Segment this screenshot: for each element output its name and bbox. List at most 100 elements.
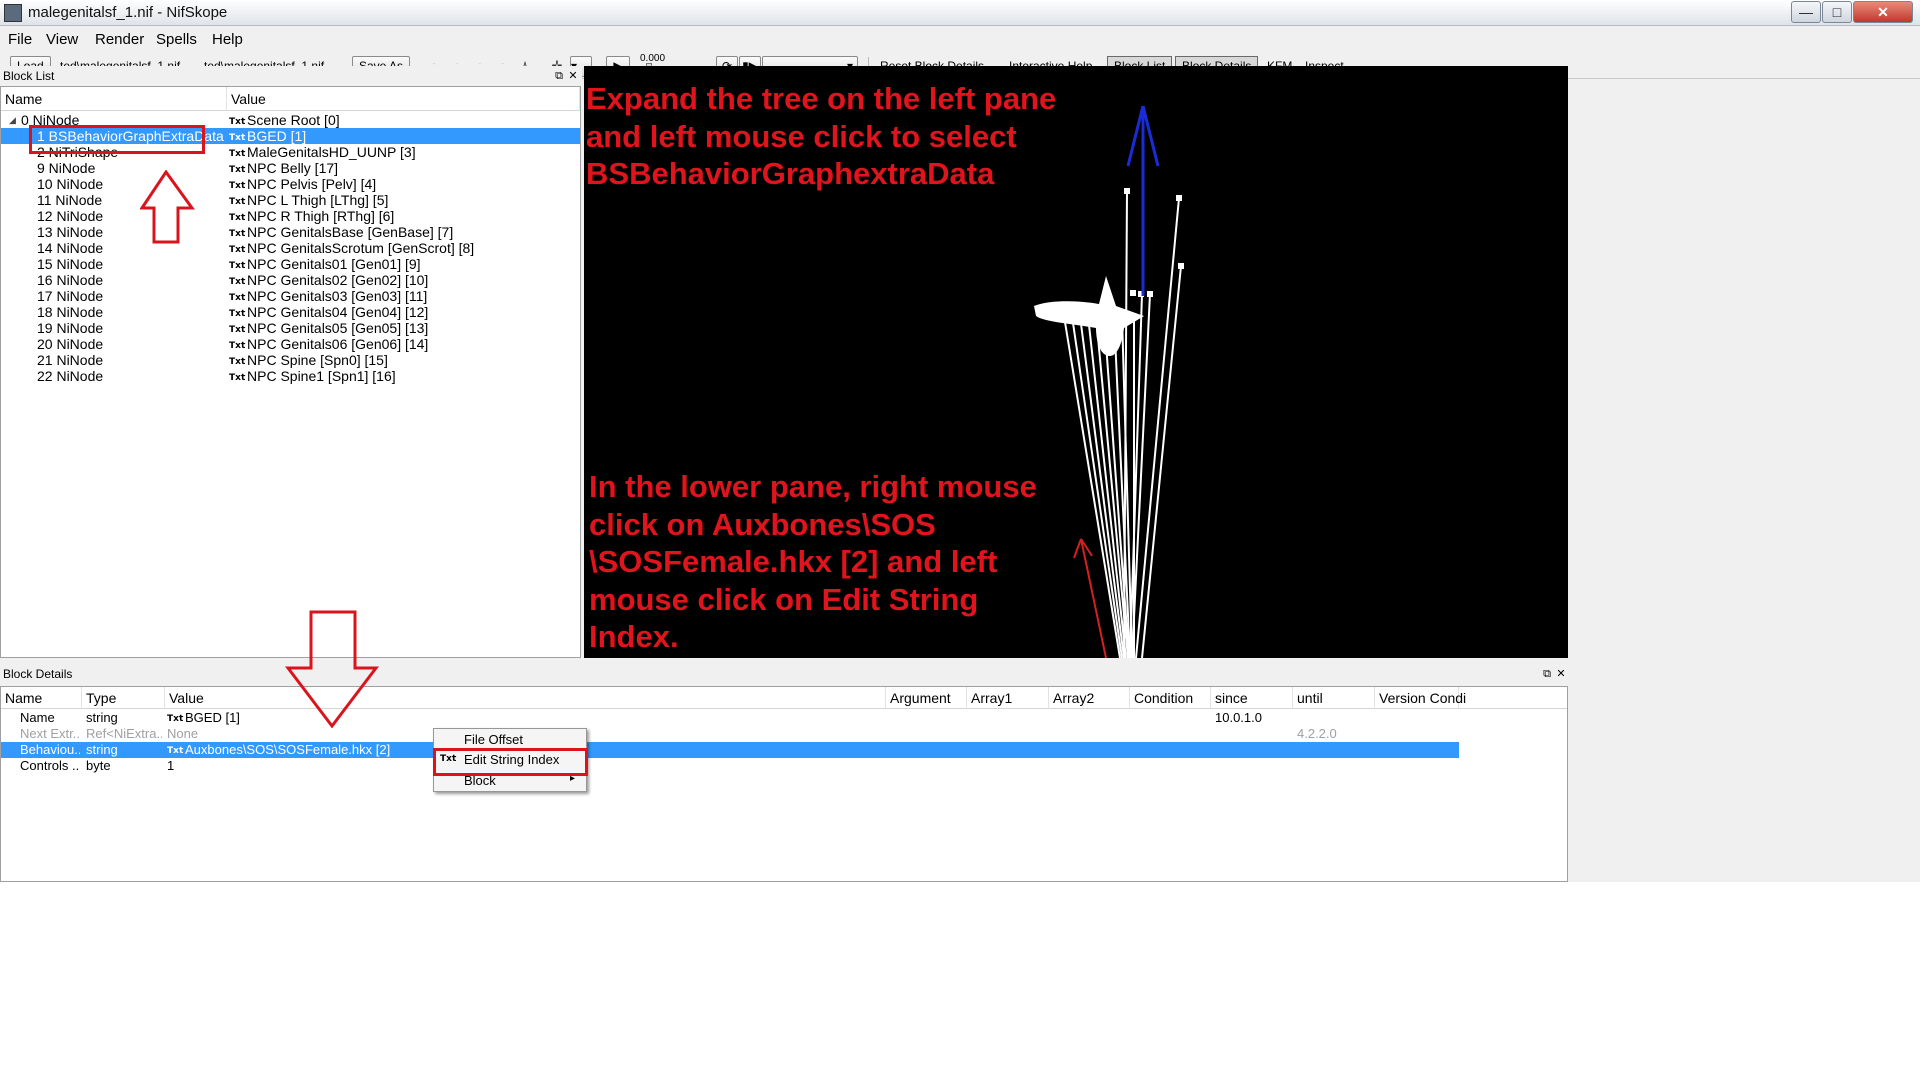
column-header-condition[interactable]: Condition — [1130, 687, 1211, 709]
menu-spells[interactable]: Spells — [156, 31, 197, 48]
window-title: malegenitalsf_1.nif - NifSkope — [28, 4, 228, 21]
instruction-line: click on Auxbones\SOS — [589, 506, 936, 542]
mesh-shape — [1034, 276, 1144, 356]
tree-row-name: 10 NiNode — [37, 176, 104, 192]
menu-bar: File View Render Spells Help — [0, 28, 1920, 52]
tree-row-name: 15 NiNode — [37, 256, 104, 272]
tree-row-name: 18 NiNode — [37, 304, 104, 320]
tree-row-7[interactable]: 13 NiNode Txt NPC GenitalsBase [GenBase] … — [1, 224, 580, 240]
tree-row-value: NPC Genitals04 [Gen04] [12] — [247, 304, 429, 320]
menu-render[interactable]: Render — [95, 31, 144, 48]
detail-type: string — [86, 742, 118, 757]
tree-row-value: Scene Root [0] — [247, 112, 340, 128]
instruction-line: BSBehaviorGraphextraData — [586, 156, 995, 191]
instruction-line: and left mouse click to select — [586, 118, 1017, 154]
tree-row-value: NPC Genitals03 [Gen03] [11] — [247, 288, 428, 304]
z-axis-arrow — [1126, 105, 1160, 296]
txt-icon: Txt — [167, 746, 184, 756]
menu-item-file-offset[interactable]: File Offset — [434, 730, 586, 750]
tree-row-value: NPC Genitals05 [Gen05] [13] — [247, 320, 429, 336]
x-axis-arrow — [1073, 538, 1107, 658]
menu-help[interactable]: Help — [212, 31, 243, 48]
column-header-array2[interactable]: Array2 — [1049, 687, 1130, 709]
instruction-text-bottom: In the lower pane, right mouse click on … — [589, 468, 1037, 656]
instruction-line: Index. — [589, 619, 679, 654]
column-header-name[interactable]: Name — [1, 687, 82, 709]
app-icon — [4, 4, 22, 22]
detail-row-name[interactable]: Name string Txt BGED [1] 10.0.1.0 — [1, 710, 1459, 726]
block-details-close-icon[interactable]: ✕ — [1554, 667, 1568, 681]
close-button[interactable]: ✕ — [1853, 1, 1913, 23]
column-header-value[interactable]: Value — [227, 87, 580, 111]
column-header-since[interactable]: since — [1211, 687, 1293, 709]
detail-row-behaviour-selected[interactable]: Behaviou... string Txt Auxbones\SOS\SOSFe… — [1, 742, 1459, 758]
detail-name: Name — [20, 710, 55, 725]
tree-row-15[interactable]: 21 NiNode Txt NPC Spine [Spn0] [15] — [1, 352, 580, 368]
tree-row-name: 9 NiNode — [37, 160, 96, 176]
detail-value: BGED [1] — [185, 710, 240, 725]
tree-row-8[interactable]: 14 NiNode Txt NPC GenitalsScrotum [GenScr… — [1, 240, 580, 256]
instruction-line: mouse click on Edit String — [589, 581, 979, 617]
tree-row-value: NPC Genitals06 [Gen06] [14] — [247, 336, 429, 352]
tree-row-value: BGED [1] — [247, 128, 307, 144]
tree-row-name: 16 NiNode — [37, 272, 104, 288]
tree-row-value: NPC Pelvis [Pelv] [4] — [247, 176, 377, 192]
minimize-button[interactable]: — — [1791, 1, 1821, 23]
tree-row-name: 17 NiNode — [37, 288, 104, 304]
tree-row-value: NPC GenitalsBase [GenBase] [7] — [247, 224, 454, 240]
column-header-until[interactable]: until — [1293, 687, 1375, 709]
tree-row-name: 12 NiNode — [37, 208, 104, 224]
tree-row-13[interactable]: 19 NiNode Txt NPC Genitals05 [Gen05] [13] — [1, 320, 580, 336]
detail-row-next-extra[interactable]: Next Extr... Ref<NiExtra... None 4.2.2.0 — [1, 726, 1459, 742]
tree-row-name: 19 NiNode — [37, 320, 104, 336]
tree-row-4[interactable]: 10 NiNode Txt NPC Pelvis [Pelv] [4] — [1, 176, 580, 192]
tree-row-name: 20 NiNode — [37, 336, 104, 352]
tree-row-name: 11 NiNode — [37, 192, 103, 208]
block-details-header: Name Type Value Argument Array1 Array2 C… — [1, 687, 1567, 709]
maximize-button[interactable]: □ — [1822, 1, 1852, 23]
block-details-undock-icon[interactable]: ⧉ — [1540, 667, 1554, 681]
highlight-box-tree-row — [29, 125, 205, 154]
tree-row-value: MaleGenitalsHD_UUNP [3] — [247, 144, 416, 160]
tree-row-11[interactable]: 17 NiNode Txt NPC Genitals03 [Gen03] [11] — [1, 288, 580, 304]
tree-row-9[interactable]: 15 NiNode Txt NPC Genitals01 [Gen01] [9] — [1, 256, 580, 272]
detail-name: Controls ... — [20, 758, 80, 773]
instruction-line: In the lower pane, right mouse — [589, 469, 1037, 504]
tree-row-name: 13 NiNode — [37, 224, 104, 240]
tree-row-10[interactable]: 16 NiNode Txt NPC Genitals02 [Gen02] [10] — [1, 272, 580, 288]
tree-row-5[interactable]: 11 NiNode Txt NPC L Thigh [LThg] [5] — [1, 192, 580, 208]
tree-row-16[interactable]: 22 NiNode Txt NPC Spine1 [Spn1] [16] — [1, 368, 580, 384]
up-arrow-annotation — [140, 170, 195, 244]
column-header-array1[interactable]: Array1 — [967, 687, 1049, 709]
block-details-table[interactable]: Name Type Value Argument Array1 Array2 C… — [0, 686, 1568, 882]
title-bar[interactable]: malegenitalsf_1.nif - NifSkope — □ ✕ — [0, 0, 1920, 26]
column-header-name[interactable]: Name — [1, 87, 227, 111]
detail-name: Behaviou... — [20, 742, 80, 757]
block-list-close-icon[interactable]: ✕ — [566, 69, 580, 83]
down-arrow-annotation — [285, 610, 379, 728]
tree-row-name: 21 NiNode — [37, 352, 104, 368]
block-list-tree[interactable]: Name Value ◢ 0 NiNode Txt Scene Root [0] … — [0, 86, 581, 658]
tree-row-14[interactable]: 20 NiNode Txt NPC Genitals06 [Gen06] [14] — [1, 336, 580, 352]
column-header-type[interactable]: Type — [82, 687, 165, 709]
instruction-text-top: Expand the tree on the left pane and lef… — [586, 80, 1056, 193]
block-details-title: Block Details — [0, 664, 1568, 684]
tree-row-value: NPC Genitals01 [Gen01] [9] — [247, 256, 421, 272]
menu-view[interactable]: View — [46, 31, 78, 48]
tree-row-6[interactable]: 12 NiNode Txt NPC R Thigh [RThg] [6] — [1, 208, 580, 224]
tree-row-name: 14 NiNode — [37, 240, 104, 256]
detail-row-controls[interactable]: Controls ... byte 1 — [1, 758, 1459, 774]
tree-row-12[interactable]: 18 NiNode Txt NPC Genitals04 [Gen04] [12] — [1, 304, 580, 320]
column-header-value[interactable]: Value — [165, 687, 886, 709]
column-header-version-condition[interactable]: Version Condi — [1375, 687, 1466, 709]
tree-row-value: NPC GenitalsScrotum [GenScrot] [8] — [247, 240, 475, 256]
column-header-argument[interactable]: Argument — [886, 687, 967, 709]
detail-type: Ref<NiExtra... — [86, 726, 162, 741]
tree-row-value: NPC L Thigh [LThg] [5] — [247, 192, 389, 208]
block-list-undock-icon[interactable]: ⧉ — [552, 69, 566, 83]
instruction-line: Expand the tree on the left pane — [586, 81, 1057, 116]
detail-type: string — [86, 710, 118, 725]
tree-row-3[interactable]: 9 NiNode Txt NPC Belly [17] — [1, 160, 580, 176]
menu-file[interactable]: File — [8, 31, 32, 48]
txt-icon: Txt — [167, 714, 184, 724]
